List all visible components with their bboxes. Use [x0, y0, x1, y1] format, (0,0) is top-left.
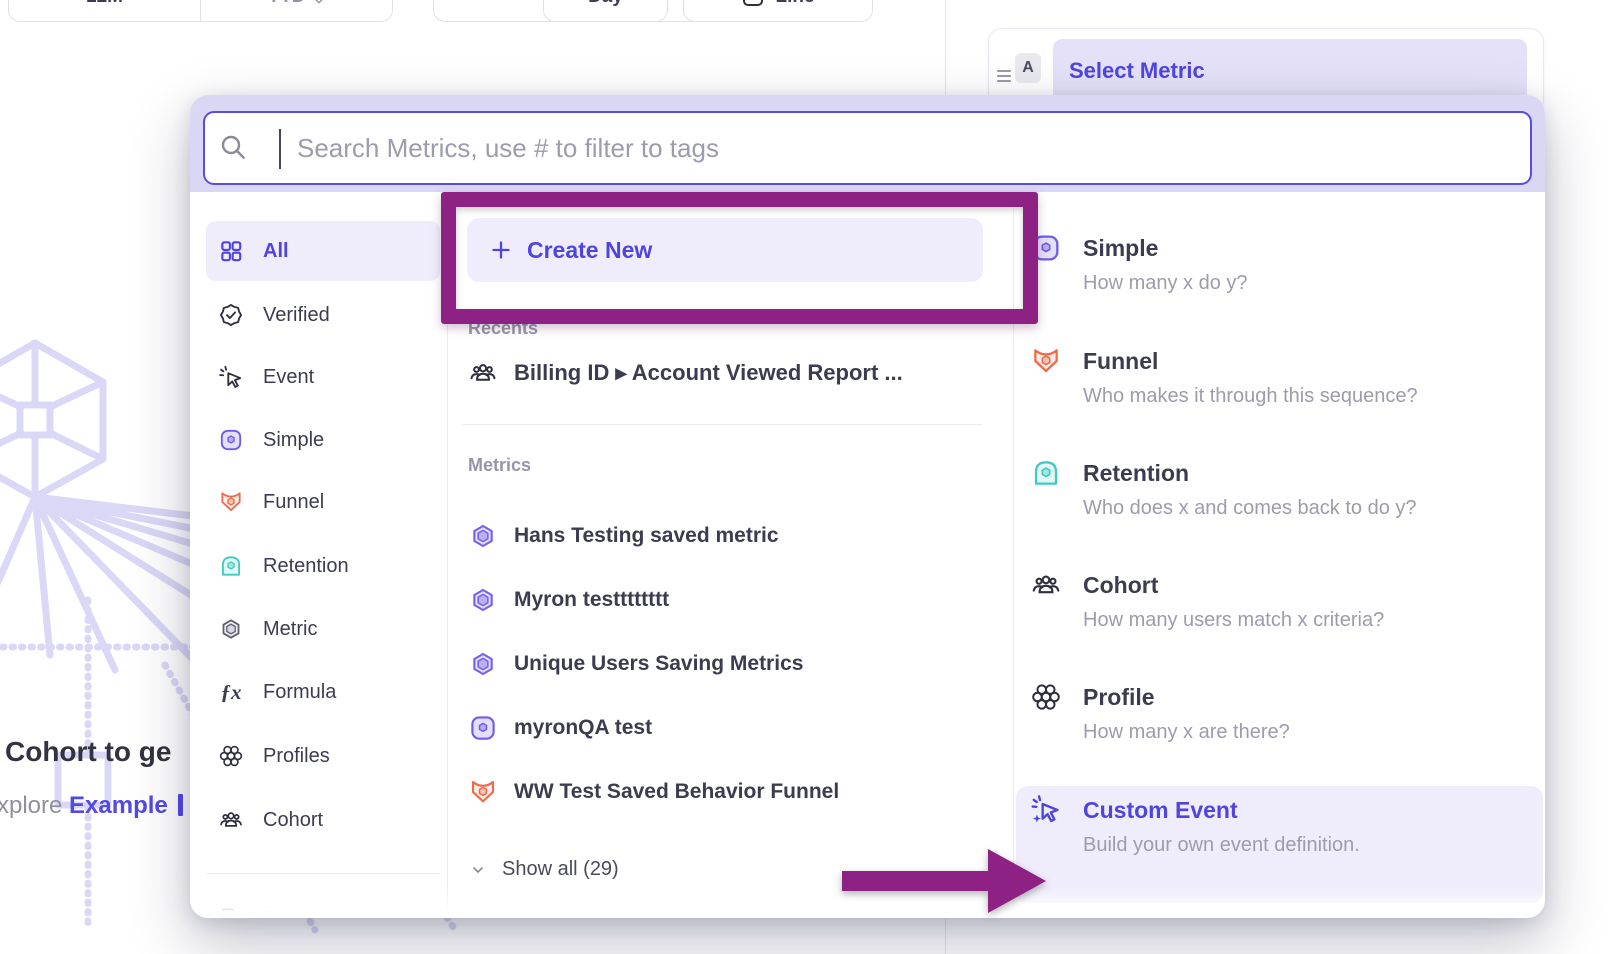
- explore-prefix: xplore: [0, 792, 62, 819]
- sidebar-item-metric[interactable]: Metric: [206, 603, 440, 655]
- sidebar-item-event[interactable]: Event: [206, 351, 440, 403]
- tag-icon: [218, 906, 244, 918]
- series-a-badge: A: [1015, 53, 1041, 83]
- annotation-highlight-box: [441, 192, 1038, 324]
- search-icon: [217, 131, 249, 163]
- type-desc: How many x are there?: [1083, 721, 1290, 744]
- canvas-cohort-text: Cohort to ge: [5, 736, 171, 768]
- type-title: Profile: [1083, 679, 1155, 715]
- type-title: Custom Event: [1083, 792, 1238, 828]
- metric-item-label: WW Test Saved Behavior Funnel: [514, 780, 839, 804]
- metric-hexagon-icon: [218, 616, 244, 642]
- metric-hexagon-icon: [468, 521, 498, 551]
- recent-item-label: Billing ID ▸ Account Viewed Report ...: [514, 360, 903, 386]
- profiles-icon: [218, 743, 244, 769]
- retention-icon: [1030, 457, 1062, 489]
- select-metric-label: Select Metric: [1069, 58, 1205, 84]
- clipped-link-glyph: [178, 794, 183, 816]
- recent-item[interactable]: Billing ID ▸ Account Viewed Report ...: [468, 357, 988, 389]
- sidebar-item-profiles[interactable]: Profiles: [206, 730, 440, 782]
- type-desc: How many users match x criteria?: [1083, 609, 1384, 632]
- sidebar-divider: [206, 873, 440, 874]
- range-ytd-button[interactable]: YTD: [200, 0, 392, 21]
- metric-hexagon-icon: [468, 649, 498, 679]
- type-desc: Who does x and comes back to do y?: [1083, 497, 1417, 520]
- drag-handle-icon[interactable]: [997, 67, 1011, 85]
- metric-list-item[interactable]: Unique Users Saving Metrics: [468, 648, 988, 680]
- metrics-section-label: Metrics: [468, 455, 531, 476]
- type-desc: Build your own event definition.: [1083, 834, 1360, 857]
- sidebar-item-simple[interactable]: Simple: [206, 414, 440, 466]
- metric-list-item[interactable]: Hans Testing saved metric: [468, 520, 988, 552]
- formula-fx-icon: ƒx: [218, 680, 244, 705]
- sidebar-item-retention[interactable]: Retention: [206, 540, 440, 592]
- metric-hexagon-icon: [468, 585, 498, 615]
- type-desc: How many x do y?: [1083, 272, 1248, 295]
- sidebar-item-label: Verified: [263, 304, 330, 327]
- cohort-people-icon: [218, 807, 244, 833]
- type-title: Funnel: [1083, 343, 1158, 379]
- example-link[interactable]: Example: [69, 792, 168, 819]
- metric-list-item[interactable]: Myron testttttttt: [468, 584, 988, 616]
- funnel-icon: [218, 489, 244, 515]
- sidebar-item-funnel[interactable]: Funnel: [206, 476, 440, 528]
- sidebar-item-label: Formula: [263, 681, 336, 704]
- custom-event-icon: [1030, 794, 1062, 826]
- range-12m-label: 12M: [86, 0, 123, 8]
- type-title: Simple: [1083, 230, 1158, 266]
- metric-list-item[interactable]: myronQA test: [468, 712, 988, 744]
- grid-icon: [218, 238, 244, 264]
- simple-metric-icon: [218, 427, 244, 453]
- sidebar-item-label: Metric: [263, 618, 317, 641]
- sidebar-item-all[interactable]: All: [206, 221, 440, 281]
- verified-badge-icon: [218, 302, 244, 328]
- sidebar-item-partial[interactable]: T: [206, 893, 440, 918]
- sidebar-item-label: Event: [263, 366, 314, 389]
- line-chart-icon: [741, 0, 765, 8]
- line-chart-type-button[interactable]: Line: [683, 0, 873, 22]
- sidebar-item-label: Cohort: [263, 809, 323, 832]
- show-all-button[interactable]: Show all (29): [470, 858, 619, 881]
- simple-metric-icon: [468, 713, 498, 743]
- metric-item-label: Hans Testing saved metric: [514, 524, 779, 548]
- funnel-icon: [1030, 345, 1062, 377]
- type-title: Cohort: [1083, 567, 1158, 603]
- funnel-icon: [468, 777, 498, 807]
- screen: 12M YTD Compare Day Line Cohort to ge: [0, 0, 1616, 954]
- date-range-segmented-control[interactable]: 12M YTD: [8, 0, 393, 22]
- type-desc: Who makes it through this sequence?: [1083, 385, 1418, 408]
- chevron-down-icon: [312, 0, 326, 8]
- line-label: Line: [775, 0, 814, 8]
- sidebar-item-label: T: [263, 908, 275, 919]
- select-metric-pill[interactable]: Select Metric: [1053, 39, 1527, 103]
- sidebar-item-cohort[interactable]: Cohort: [206, 794, 440, 846]
- sidebar-item-label: Simple: [263, 429, 324, 452]
- metric-item-label: Myron testttttttt: [514, 588, 669, 612]
- profiles-icon: [1030, 681, 1062, 713]
- show-all-label: Show all (29): [502, 858, 619, 881]
- chevron-down-icon: [470, 862, 486, 878]
- middle-divider: [462, 424, 982, 425]
- sidebar-item-label: Funnel: [263, 491, 324, 514]
- retention-icon: [218, 553, 244, 579]
- sidebar-item-formula[interactable]: ƒx Formula: [206, 666, 440, 718]
- type-title: Retention: [1083, 455, 1189, 491]
- sidebar-item-label: Profiles: [263, 745, 330, 768]
- metric-list-item[interactable]: WW Test Saved Behavior Funnel: [468, 776, 988, 808]
- sidebar-item-label: Retention: [263, 555, 349, 578]
- metric-item-label: myronQA test: [514, 716, 652, 740]
- event-cursor-icon: [218, 364, 244, 390]
- search-input[interactable]: [203, 111, 1532, 185]
- canvas-explore-text: xplore Example: [0, 792, 183, 820]
- sidebar-item-verified[interactable]: Verified: [206, 289, 440, 341]
- cohort-people-icon: [468, 358, 498, 388]
- text-caret: [279, 129, 281, 169]
- range-ytd-label: YTD: [268, 0, 306, 8]
- metric-item-label: Unique Users Saving Metrics: [514, 652, 803, 676]
- range-12m-button[interactable]: 12M: [9, 0, 200, 21]
- day-button[interactable]: Day: [543, 0, 668, 22]
- sidebar-item-label: All: [263, 240, 289, 263]
- day-label: Day: [588, 0, 623, 8]
- cohort-people-icon: [1030, 569, 1062, 601]
